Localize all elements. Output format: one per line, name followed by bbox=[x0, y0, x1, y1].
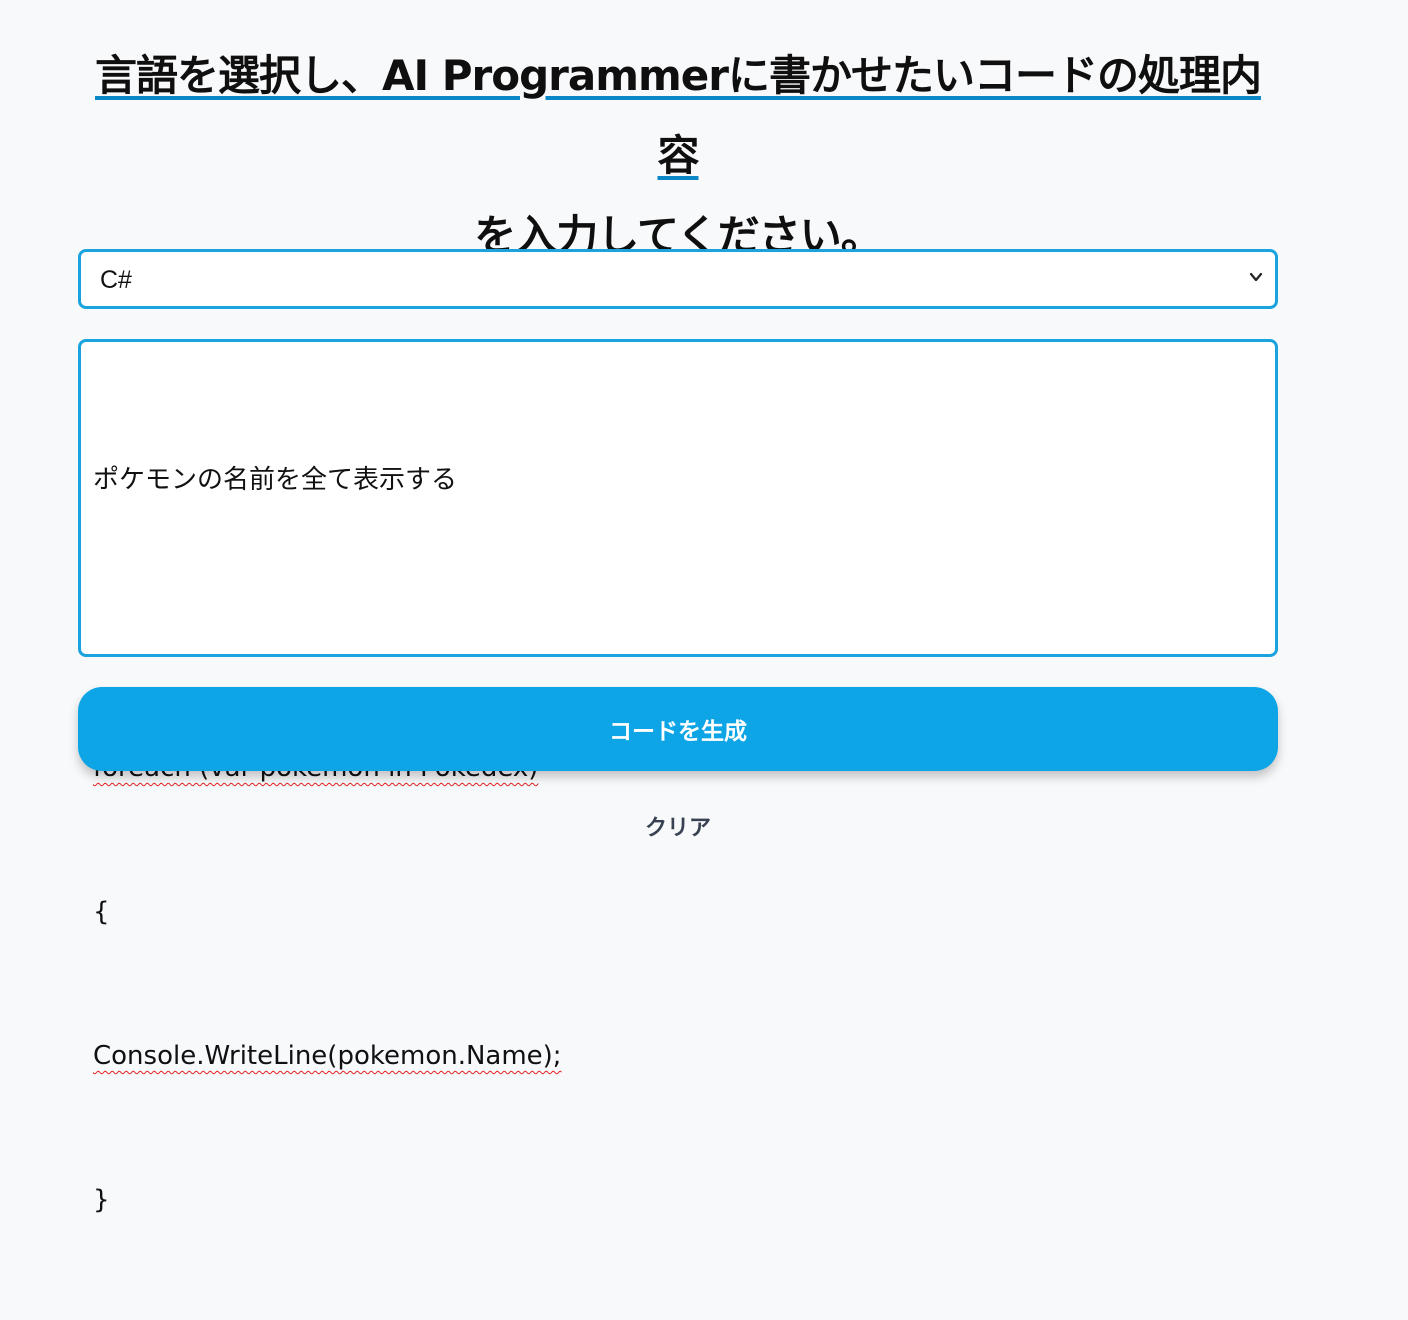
textarea-line: { bbox=[93, 897, 110, 927]
page-title-line1: 言語を選択し、AI Programmerに書かせたいコードの処理内容 bbox=[95, 51, 1262, 180]
textarea-line bbox=[93, 600, 1263, 648]
prompt-textarea[interactable]: ポケモンの名前を全て表示する foreach (var pokemon in P… bbox=[78, 339, 1278, 1215]
textarea-line-text: Console.WriteLine(pokemon.Name); bbox=[93, 1041, 562, 1071]
language-select[interactable]: C# bbox=[78, 249, 1278, 309]
clear-button[interactable]: クリア bbox=[78, 806, 1278, 846]
chevron-down-icon bbox=[1249, 272, 1263, 282]
generate-code-button[interactable]: コードを生成 bbox=[78, 687, 1278, 771]
textarea-line: } bbox=[93, 1185, 110, 1215]
page-title: 言語を選択し、AI Programmerに書かせたいコードの処理内容 を入力して… bbox=[78, 0, 1278, 276]
textarea-line: ポケモンの名前を全て表示する bbox=[93, 465, 458, 495]
language-select-value: C# bbox=[100, 266, 132, 294]
textarea-line: Console.WriteLine(pokemon.Name); bbox=[93, 1032, 1263, 1080]
main-container: 言語を選択し、AI Programmerに書かせたいコードの処理内容 を入力して… bbox=[78, 0, 1278, 1215]
